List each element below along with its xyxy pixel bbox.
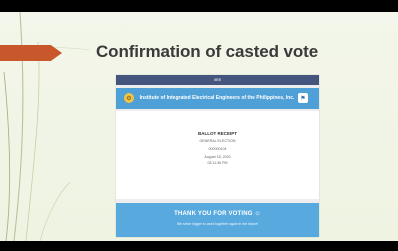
app-topbar: IIEE	[116, 75, 319, 85]
title-accent-arrow	[0, 45, 62, 61]
receipt-time: 03:11:36 PM	[207, 161, 228, 165]
slide-title: Confirmation of casted vote	[96, 42, 319, 61]
thank-you-banner: THANK YOU FOR VOTING ☺ We strive bigger …	[116, 203, 319, 237]
iiee-logo-icon: ⚙	[124, 93, 134, 103]
ballot-receipt-card: BALLOT RECEIPT GENERAL ELECTION 00000010…	[116, 111, 319, 199]
election-type: GENERAL ELECTION	[199, 139, 236, 143]
thank-you-message: THANK YOU FOR VOTING ☺	[174, 211, 261, 217]
presentation-slide: Confirmation of casted vote IIEE ⚙ Insti…	[0, 12, 398, 241]
thank-you-subtext: We strive bigger to work together again …	[176, 222, 259, 226]
topbar-label: IIEE	[213, 77, 222, 82]
receipt-title: BALLOT RECEIPT	[198, 131, 237, 136]
organization-name: Institute of Integrated Electrical Engin…	[139, 95, 295, 101]
receipt-number: 000000104	[208, 147, 227, 151]
receipt-date: August 18, 2020	[204, 155, 231, 159]
organization-header: ⚙ Institute of Integrated Electrical Eng…	[116, 88, 319, 109]
vote-confirmation-screenshot: IIEE ⚙ Institute of Integrated Electrica…	[116, 75, 319, 237]
philippine-flag-icon: ⚑	[298, 93, 308, 103]
